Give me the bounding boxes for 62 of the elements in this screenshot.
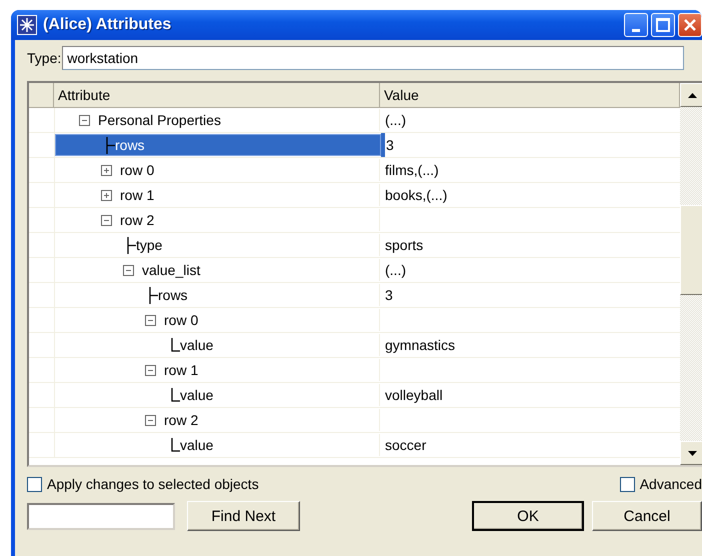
scroll-thumb[interactable] [680, 205, 702, 295]
value-text: books,(...) [385, 187, 448, 203]
value-text: (...) [385, 112, 406, 128]
attribute-cell[interactable]: row 0 [55, 309, 380, 331]
tree-line-icon [171, 336, 180, 354]
type-field[interactable]: workstation [62, 46, 684, 70]
checkbox-label[interactable]: Apply changes to selected objects [47, 476, 259, 492]
collapse-icon[interactable] [145, 314, 156, 326]
tree-line-icon [171, 386, 180, 404]
attribute-cell[interactable]: Personal Properties [55, 109, 380, 131]
attribute-cell[interactable]: value [55, 334, 380, 356]
value-text: films,(...) [385, 162, 439, 178]
cancel-button[interactable]: Cancel [592, 501, 702, 531]
checkbox[interactable] [27, 476, 42, 492]
value-text: (...) [385, 262, 406, 278]
collapse-icon[interactable] [101, 214, 112, 226]
collapse-icon[interactable] [145, 364, 156, 376]
attribute-cell[interactable]: value [55, 434, 380, 456]
value-text: 3 [385, 287, 393, 303]
tree-line-icon [106, 136, 115, 154]
collapse-icon[interactable] [79, 114, 90, 126]
attribute-cell[interactable]: type [55, 234, 380, 256]
minimize-button[interactable] [624, 13, 648, 37]
attribute-cell[interactable]: row 1 [55, 359, 380, 381]
find-next-button[interactable]: Find Next [187, 501, 300, 531]
up-arrow-icon [688, 92, 696, 98]
tree-line-icon [149, 286, 158, 304]
checkbox[interactable] [620, 476, 635, 492]
expand-icon[interactable] [101, 190, 112, 200]
attribute-cell[interactable]: value_list [55, 259, 380, 281]
header-gutter [29, 83, 54, 108]
tree-line-icon [127, 236, 136, 254]
type-label: Type: [27, 50, 62, 66]
expand-icon[interactable] [101, 164, 112, 176]
column-header[interactable]: Attribute [54, 83, 380, 108]
column-header[interactable]: Value [380, 83, 680, 108]
window-title: (Alice) Attributes [43, 16, 172, 34]
maximize-button[interactable] [651, 13, 675, 37]
attribute-cell[interactable]: row 2 [55, 409, 380, 431]
attribute-cell[interactable]: rows [55, 284, 380, 306]
scroll-up-button[interactable] [680, 83, 702, 107]
attribute-cell[interactable]: row 2 [55, 209, 380, 231]
scroll-down-button[interactable] [680, 441, 702, 465]
checkbox-label[interactable]: Advanced [640, 476, 702, 492]
attribute-cell[interactable]: value [55, 384, 380, 406]
attribute-cell[interactable]: rows [55, 134, 381, 156]
search-field[interactable] [27, 502, 175, 530]
value-text: soccer [385, 437, 426, 453]
collapse-icon[interactable] [123, 264, 134, 276]
ok-button[interactable]: OK [472, 501, 584, 531]
tree-line-icon [171, 436, 180, 454]
value-text: gymnastics [385, 337, 456, 353]
value-text: sports [385, 237, 424, 253]
close-button[interactable] [678, 13, 702, 37]
scrollbar[interactable] [680, 83, 702, 465]
attribute-cell[interactable]: row 0 [55, 159, 380, 181]
value-text: 3 [386, 137, 394, 153]
collapse-icon[interactable] [145, 414, 156, 426]
down-arrow-icon [688, 450, 696, 456]
attribute-cell[interactable]: row 1 [55, 184, 380, 206]
value-text: volleyball [385, 387, 443, 403]
star-icon [17, 15, 37, 35]
